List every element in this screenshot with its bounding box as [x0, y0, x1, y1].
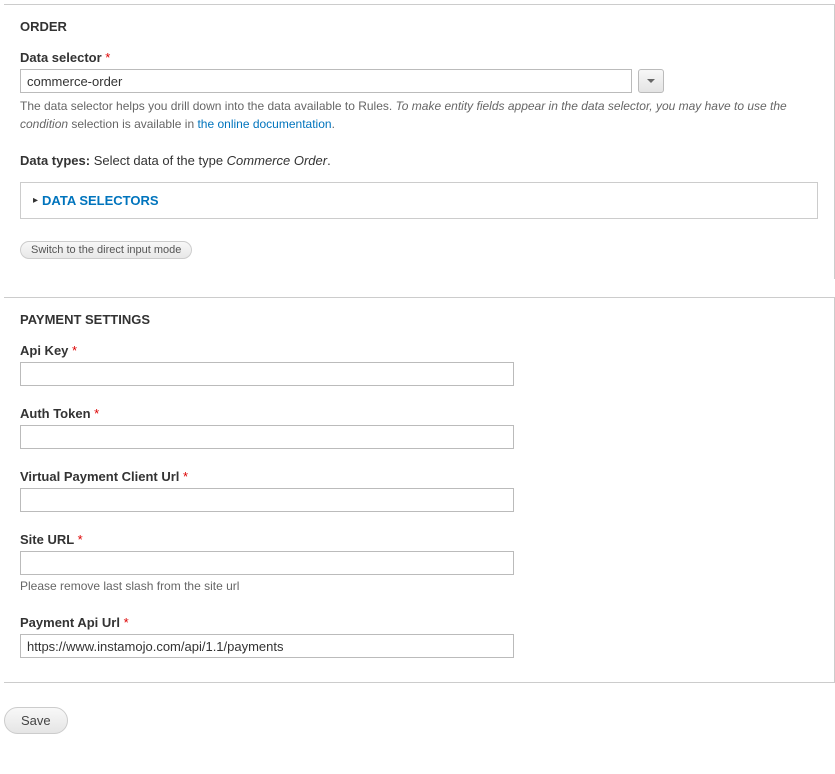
- data-selector-label: Data selector *: [20, 50, 818, 65]
- auth-token-label: Auth Token *: [20, 406, 818, 421]
- api-key-label-text: Api Key: [20, 343, 68, 358]
- data-selectors-title: DATA SELECTORS: [42, 193, 159, 208]
- site-url-label: Site URL *: [20, 532, 818, 547]
- help-after-link: .: [332, 117, 335, 131]
- vpc-url-label-text: Virtual Payment Client Url: [20, 469, 179, 484]
- required-mark: *: [105, 50, 110, 65]
- required-mark: *: [94, 406, 99, 421]
- payment-api-url-label-text: Payment Api Url: [20, 615, 120, 630]
- data-types-text: Select data of the type: [90, 153, 227, 168]
- api-key-item: Api Key *: [20, 343, 818, 386]
- site-url-input[interactable]: [20, 551, 514, 575]
- data-types-label: Data types:: [20, 153, 90, 168]
- required-mark: *: [72, 343, 77, 358]
- data-selector-label-text: Data selector: [20, 50, 102, 65]
- required-mark: *: [183, 469, 188, 484]
- site-url-label-text: Site URL: [20, 532, 74, 547]
- order-title: ORDER: [20, 19, 818, 34]
- site-url-item: Site URL * Please remove last slash from…: [20, 532, 818, 595]
- payment-api-url-item: Payment Api Url *: [20, 615, 818, 658]
- online-documentation-link[interactable]: the online documentation: [197, 117, 331, 131]
- payment-settings-fieldset: PAYMENT SETTINGS Api Key * Auth Token * …: [4, 297, 835, 683]
- chevron-down-icon: [646, 76, 656, 86]
- required-mark: *: [78, 532, 83, 547]
- data-selectors-collapsible: ▸ DATA SELECTORS: [20, 182, 818, 219]
- site-url-help: Please remove last slash from the site u…: [20, 577, 818, 595]
- save-button[interactable]: Save: [4, 707, 68, 734]
- data-selectors-header[interactable]: ▸ DATA SELECTORS: [33, 193, 805, 208]
- data-selector-dropdown-button[interactable]: [638, 69, 664, 93]
- auth-token-label-text: Auth Token: [20, 406, 91, 421]
- data-types-end: .: [327, 153, 331, 168]
- help-prefix: The data selector helps you drill down i…: [20, 99, 396, 113]
- api-key-input[interactable]: [20, 362, 514, 386]
- required-mark: *: [124, 615, 129, 630]
- arrow-right-icon: ▸: [33, 195, 38, 206]
- auth-token-input[interactable]: [20, 425, 514, 449]
- switch-mode-button[interactable]: Switch to the direct input mode: [20, 241, 192, 259]
- data-selector-help: The data selector helps you drill down i…: [20, 97, 818, 133]
- auth-token-item: Auth Token *: [20, 406, 818, 449]
- payment-api-url-label: Payment Api Url *: [20, 615, 818, 630]
- vpc-url-input[interactable]: [20, 488, 514, 512]
- help-suffix-before-link: selection is available in: [68, 117, 197, 131]
- data-types-em: Commerce Order: [227, 153, 327, 168]
- data-selector-row: [20, 69, 818, 93]
- vpc-url-item: Virtual Payment Client Url *: [20, 469, 818, 512]
- vpc-url-label: Virtual Payment Client Url *: [20, 469, 818, 484]
- api-key-label: Api Key *: [20, 343, 818, 358]
- data-types-row: Data types: Select data of the type Comm…: [20, 153, 818, 168]
- payment-settings-title: PAYMENT SETTINGS: [20, 312, 818, 327]
- data-selector-item: Data selector * The data selector helps …: [20, 50, 818, 133]
- payment-api-url-input[interactable]: [20, 634, 514, 658]
- data-selector-input[interactable]: [20, 69, 632, 93]
- order-fieldset: ORDER Data selector * The data selector …: [4, 4, 835, 279]
